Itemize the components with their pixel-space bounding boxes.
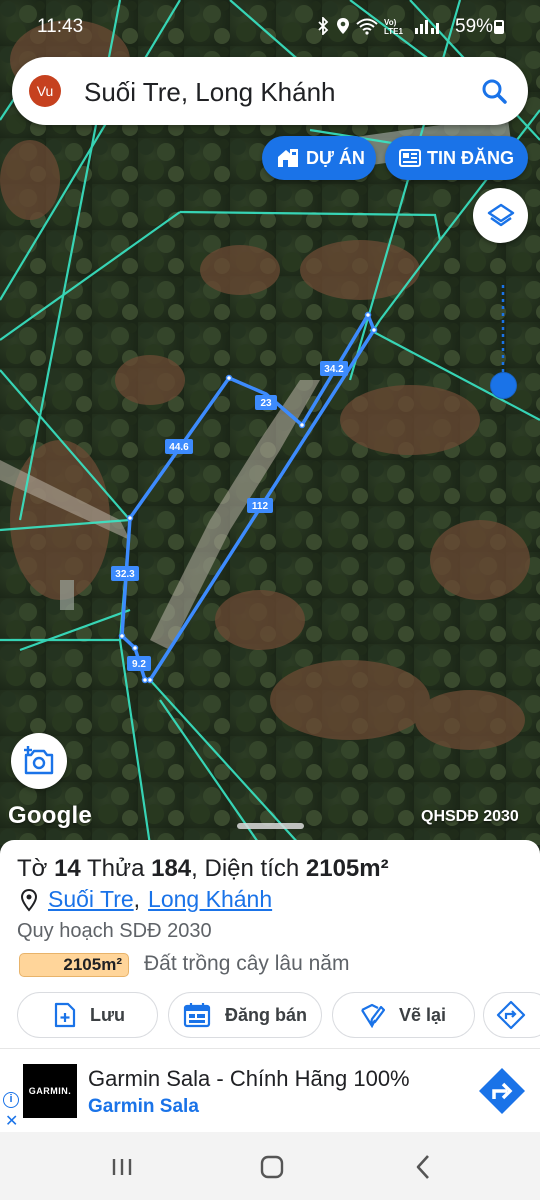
plan-title: Quy hoạch SDĐ 2030 bbox=[17, 920, 212, 942]
edge-label: 112 bbox=[252, 501, 269, 512]
city-link[interactable]: Long Khánh bbox=[148, 886, 272, 913]
ad-advertiser[interactable]: Garmin Sala bbox=[88, 1096, 199, 1118]
plot-number: 184 bbox=[151, 855, 192, 882]
recent-apps-icon[interactable] bbox=[108, 1152, 138, 1182]
system-nav-bar bbox=[0, 1132, 540, 1200]
ad-close-icon[interactable]: ✕ bbox=[5, 1111, 18, 1131]
sheet-label: Tờ bbox=[17, 855, 48, 882]
parcel-info-sheet: Tờ 14 Thửa 184, Diện tích 2105m² Suối Tr… bbox=[0, 823, 540, 1050]
edge-label: 9.2 bbox=[132, 659, 146, 670]
bluetooth-icon bbox=[316, 15, 330, 38]
calendar-icon bbox=[183, 1003, 211, 1028]
land-use-type: Đất trồng cây lâu năm bbox=[144, 952, 350, 975]
ward-link[interactable]: Suối Tre bbox=[48, 886, 134, 913]
add-file-icon bbox=[54, 1002, 76, 1028]
parcel-area: 2105m² bbox=[305, 855, 389, 882]
redraw-icon bbox=[361, 1003, 385, 1028]
ad-headline[interactable]: Garmin Sala - Chính Hãng 100% bbox=[88, 1066, 410, 1092]
satellite-imagery: 34.2 23 44.6 112 32.3 9.2 bbox=[0, 0, 540, 845]
projects-button[interactable]: DỰ ÁN bbox=[262, 136, 376, 180]
signal-icon bbox=[414, 17, 444, 38]
search-query[interactable]: Suối Tre, Long Khánh bbox=[84, 77, 336, 108]
save-button[interactable]: Lưu bbox=[17, 992, 158, 1038]
sell-button[interactable]: Đăng bán bbox=[168, 992, 322, 1038]
projects-label: DỰ ÁN bbox=[306, 147, 365, 168]
layers-button[interactable] bbox=[473, 188, 528, 243]
building-icon bbox=[278, 149, 298, 167]
layers-icon bbox=[487, 203, 514, 226]
search-bar[interactable]: Vu Suối Tre, Long Khánh bbox=[12, 57, 528, 125]
user-avatar[interactable]: Vu bbox=[29, 75, 61, 107]
sell-label: Đăng bán bbox=[225, 1004, 308, 1025]
ad-cta-icon[interactable] bbox=[478, 1067, 526, 1115]
redraw-button[interactable]: Vẽ lại bbox=[332, 992, 475, 1038]
search-icon[interactable] bbox=[478, 75, 512, 109]
ad-info-icon[interactable]: i bbox=[3, 1092, 19, 1108]
status-icons: Vo) LTE1 bbox=[316, 15, 456, 38]
map-layer-label: QHSDĐ 2030 bbox=[421, 808, 519, 825]
location-separator: , bbox=[133, 886, 141, 912]
wifi-icon bbox=[356, 17, 378, 38]
ad-banner[interactable]: GARMIN. Garmin Sala - Chính Hãng 100% Ga… bbox=[0, 1048, 540, 1132]
location-icon bbox=[336, 17, 350, 38]
edge-label: 23 bbox=[260, 398, 272, 409]
location-pin-icon bbox=[20, 888, 38, 912]
listings-button[interactable]: TIN ĐĂNG bbox=[385, 136, 528, 180]
clock: 11:43 bbox=[37, 16, 84, 37]
edge-label: 44.6 bbox=[169, 442, 189, 453]
satellite-map[interactable]: 34.2 23 44.6 112 32.3 9.2 11:43 Vo) LTE1… bbox=[0, 0, 540, 845]
listings-label: TIN ĐĂNG bbox=[427, 147, 514, 168]
opacity-slider-handle[interactable] bbox=[490, 372, 517, 399]
parcel-location: Suối Tre, Long Khánh bbox=[18, 886, 272, 913]
battery-percentage: 59% bbox=[455, 16, 494, 37]
add-photo-button[interactable] bbox=[11, 733, 67, 789]
status-bar: 11:43 Vo) LTE1 59% bbox=[0, 0, 540, 52]
parcel-title: Tờ 14 Thửa 184, Diện tích 2105m² bbox=[17, 855, 389, 883]
edge-label: 34.2 bbox=[324, 364, 344, 375]
redraw-label: Vẽ lại bbox=[399, 1004, 447, 1025]
plot-label: Thửa bbox=[87, 855, 145, 882]
battery-icon bbox=[494, 20, 504, 34]
add-photo-icon bbox=[24, 746, 54, 775]
newspaper-icon bbox=[399, 149, 421, 167]
directions-button[interactable] bbox=[483, 992, 540, 1038]
area-label: , Diện tích bbox=[191, 855, 300, 882]
home-icon[interactable] bbox=[257, 1152, 287, 1182]
drag-handle[interactable] bbox=[237, 823, 304, 829]
save-label: Lưu bbox=[90, 1004, 126, 1025]
land-area-badge: 2105m² bbox=[19, 953, 129, 977]
sheet-number: 14 bbox=[54, 855, 81, 882]
advertiser-logo: GARMIN. bbox=[23, 1064, 77, 1118]
google-logo: Google bbox=[8, 802, 92, 829]
edge-label: 32.3 bbox=[115, 569, 135, 580]
directions-icon bbox=[496, 1000, 526, 1030]
back-icon[interactable] bbox=[408, 1152, 438, 1182]
network-label: Vo) LTE1 bbox=[384, 18, 403, 36]
